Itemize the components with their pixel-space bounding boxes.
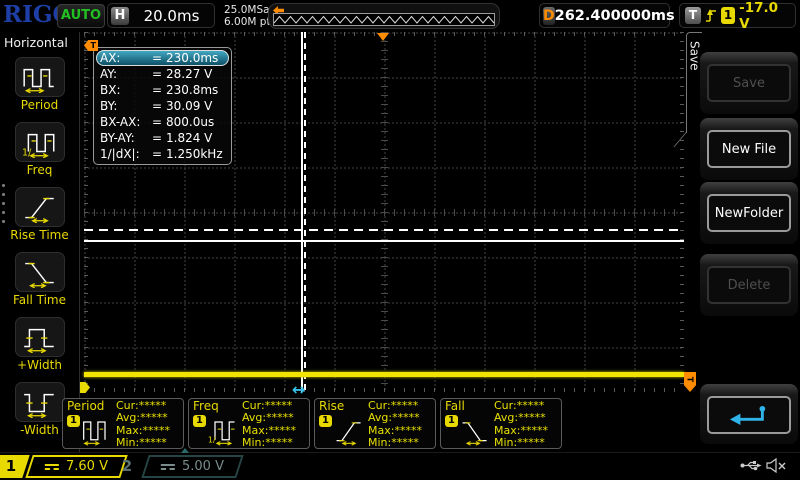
channel-badge: 1 — [445, 415, 458, 427]
fall-time-icon — [21, 256, 59, 288]
sidebar-item-rise-time[interactable]: Rise Time — [0, 187, 79, 252]
horizontal-key-icon: H — [111, 6, 129, 25]
channel-selector-caret-icon — [181, 448, 189, 453]
fall-time-icon — [459, 413, 491, 447]
top-bar: RIGOL AUTO H 20.0ms 25.0MSa/s 6.00M pts … — [0, 0, 800, 32]
cursor-bx-line[interactable] — [304, 32, 306, 392]
sidebar-item-label: -Width — [20, 423, 59, 437]
trigger-key-icon: T — [685, 7, 701, 24]
center-horizontal-axis — [84, 209, 684, 216]
cursor-row-bx: BX: = 230.8ms — [100, 83, 219, 97]
run-status-badge: AUTO — [57, 4, 105, 28]
save-menu: Save Save New File NewFolder Delete — [686, 32, 800, 452]
measure-panel-period[interactable]: Period 1 Cur:***** Avg:***** Max:***** Min… — [62, 398, 184, 449]
horizontal-scale-value: 20.0ms — [143, 6, 200, 25]
menu-slot: New File — [700, 118, 798, 180]
cursor-ax-line[interactable] — [301, 32, 303, 392]
menu-slot: Delete — [700, 254, 798, 316]
cursor-row-by-ay: BY-AY: = 1.824 V — [100, 131, 213, 145]
waveform-preview[interactable] — [268, 3, 500, 29]
sidebar-title: Horizontal — [4, 35, 68, 50]
delay-key-icon: D — [543, 6, 555, 25]
plus-width-icon — [21, 321, 59, 353]
cursor-row-by: BY: = 30.09 V — [100, 99, 213, 113]
preview-waveform — [274, 15, 495, 24]
usb-icon — [740, 459, 762, 472]
period-wave-icon — [81, 413, 113, 447]
delete-button[interactable]: Delete — [707, 266, 791, 304]
cursor-row-bx-ax: BX-AX: = 800.0us — [100, 115, 215, 129]
measure-panel-freq[interactable]: Freq 1 1/ Cur:***** Avg:***** Max:***** Mi… — [188, 398, 310, 449]
cursor-readout-box: AX: = 230.0ms AY: = 28.27 V BX: = 230.8ms BY: =… — [93, 47, 232, 165]
sidebar-item-label: Fall Time — [12, 293, 66, 307]
sidebar-item-fall-time[interactable]: Fall Time — [0, 252, 79, 317]
preview-strip — [273, 13, 495, 26]
channel2-scale: 5.00 V — [182, 459, 224, 474]
delay-box[interactable]: D 262.400000ms — [539, 3, 675, 28]
svg-text:1/: 1/ — [208, 435, 216, 444]
new-folder-button[interactable]: NewFolder — [707, 194, 791, 232]
sidebar-item-label: Freq — [26, 163, 53, 177]
channel1-trace — [84, 372, 684, 377]
measurement-strip: Period 1 Cur:***** Avg:***** Max:***** Min… — [62, 398, 562, 449]
dc-coupling-icon — [161, 463, 175, 470]
sidebar-item-freq[interactable]: 1/ Freq — [0, 122, 79, 187]
menu-slot: NewFolder — [700, 182, 798, 244]
channel-badge: 1 — [193, 415, 206, 427]
rising-edge-icon — [705, 8, 717, 24]
speaker-muted-icon — [766, 458, 787, 473]
rise-time-icon — [333, 413, 365, 447]
horizontal-scale-box[interactable]: H 20.0ms — [107, 3, 215, 28]
measure-panel-fall[interactable]: Fall 1 Cur:***** Avg:***** Max:***** Min:*… — [440, 398, 562, 449]
back-button[interactable] — [707, 396, 791, 434]
sidebar-scroll-indicator — [2, 184, 5, 223]
sidebar-item-label: Rise Time — [10, 228, 69, 242]
cursor-span-arrow-icon: ↔ — [292, 380, 306, 399]
sidebar-item-plus-width[interactable]: +Width — [0, 317, 79, 382]
trigger-source-badge: 1 — [721, 7, 736, 24]
channel1-status[interactable]: 1 7.60 V — [0, 455, 128, 478]
sidebar-item-period[interactable]: Period — [0, 57, 79, 122]
cursor-row-ay: AY: = 28.27 V — [100, 67, 213, 81]
sidebar-item-label: Period — [20, 98, 59, 112]
delay-value: 262.400000ms — [554, 7, 675, 24]
cursor-ay-line[interactable] — [84, 229, 684, 231]
measure-panel-rise[interactable]: Rise 1 Cur:***** Avg:***** Max:***** Min:*… — [314, 398, 436, 449]
rise-time-icon — [21, 191, 59, 223]
save-button[interactable]: Save — [707, 64, 791, 102]
cursor-row-freq: 1/|dX|: = 1.250kHz — [100, 147, 223, 161]
channel-badge: 1 — [67, 415, 80, 427]
menu-slot — [700, 384, 798, 444]
status-bar: 1 7.60 V 2 5.00 V — [0, 448, 800, 480]
freq-wave-icon: 1/ — [21, 126, 59, 158]
freq-wave-icon: 1/ — [207, 413, 239, 447]
horizontal-measure-sidebar: Horizontal Period 1/ Freq Rise Time Fall… — [0, 32, 80, 452]
trigger-position-marker-icon[interactable] — [377, 33, 389, 41]
dc-coupling-icon — [45, 463, 59, 470]
cursor-row-ax: AX: = 230.0ms — [96, 50, 229, 66]
minus-width-icon — [21, 386, 59, 418]
sidebar-item-label: +Width — [17, 358, 62, 372]
new-file-button[interactable]: New File — [707, 130, 791, 168]
menu-slot: Save — [700, 52, 798, 114]
period-wave-icon — [21, 61, 59, 93]
channel1-scale: 7.60 V — [66, 459, 108, 474]
channel2-status[interactable]: 2 5.00 V — [112, 455, 244, 478]
trigger-box[interactable]: T 1 -17.0 V — [679, 0, 796, 32]
trigger-level-value: -17.0 V — [739, 0, 779, 32]
return-arrow-icon — [728, 403, 770, 428]
channel-badge: 1 — [319, 415, 332, 427]
cursor-by-line[interactable] — [84, 240, 684, 242]
waveform-display: AX: = 230.0ms AY: = 28.27 V BX: = 230.8ms BY: =… — [84, 32, 684, 392]
